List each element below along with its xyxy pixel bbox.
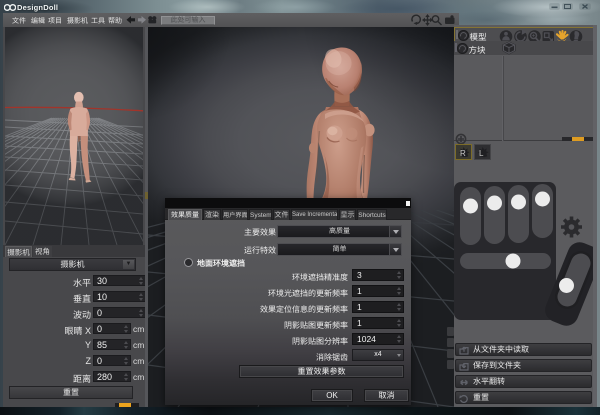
- svg-text:L: L: [479, 149, 484, 158]
- svg-text:R: R: [460, 149, 466, 158]
